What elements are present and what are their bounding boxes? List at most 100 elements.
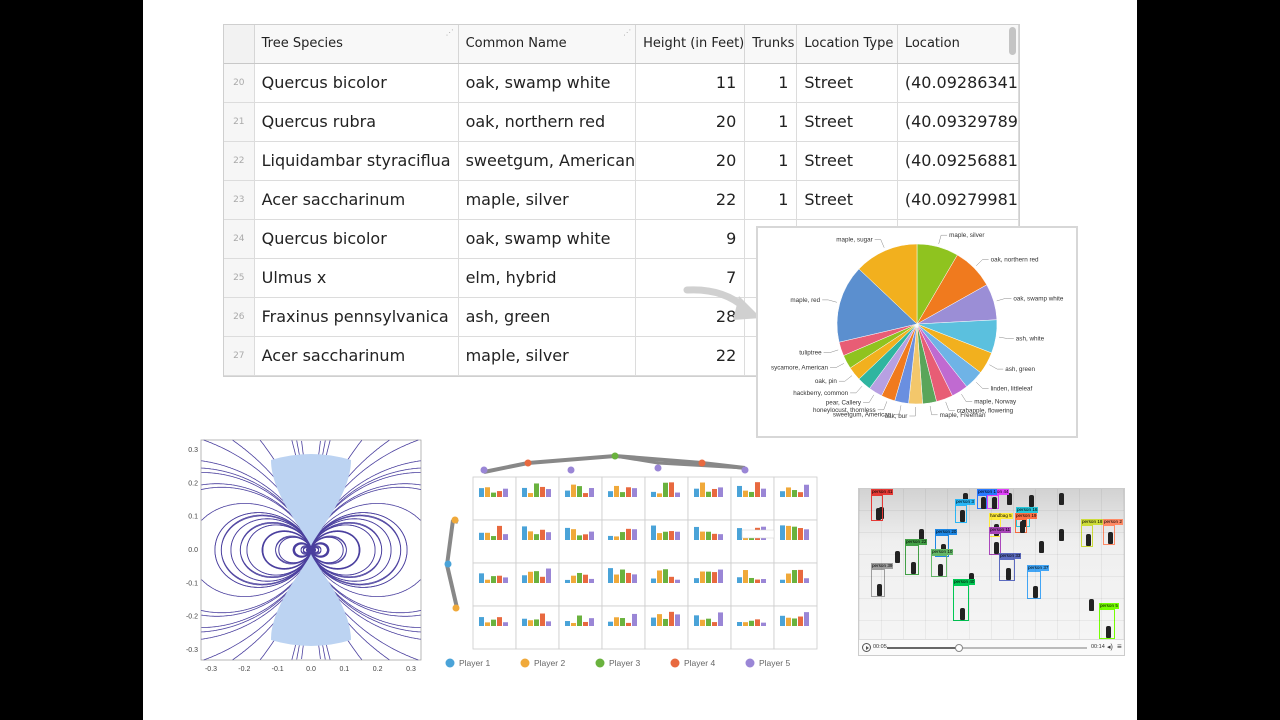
detection-box[interactable]: person 10 — [931, 549, 954, 577]
bar — [792, 526, 797, 540]
cell-common-name[interactable]: ash, green — [458, 297, 637, 337]
cell-height[interactable]: 9 — [635, 219, 746, 259]
pie-slice-label: pear, Callery — [826, 400, 862, 407]
cell-tree-species[interactable]: Fraxinus pennsylvanica — [254, 297, 459, 337]
column-header-height[interactable]: Height (in Feet) — [635, 25, 746, 64]
detection-box[interactable]: person 5 — [1099, 603, 1119, 639]
detection-box[interactable]: person 37 — [1027, 565, 1050, 599]
column-header-location-type[interactable]: Location Type — [796, 25, 898, 64]
bar — [528, 620, 533, 626]
cell-tree-species[interactable]: Acer saccharinum — [254, 180, 459, 220]
cell-tree-species[interactable]: Quercus bicolor — [254, 219, 459, 259]
play-pause-icon[interactable] — [862, 643, 871, 652]
bar — [528, 493, 533, 497]
column-header-trunks[interactable]: Trunks — [744, 25, 798, 64]
cell-location-type[interactable]: Street — [796, 180, 898, 220]
detection-box[interactable]: person 1 — [977, 489, 997, 509]
detection-box[interactable]: person 3 — [955, 499, 975, 523]
cell-trunks[interactable]: 1 — [744, 141, 798, 181]
cell-common-name[interactable]: maple, silver — [458, 180, 637, 220]
bar — [491, 576, 496, 583]
cell-tree-species[interactable]: Liquidambar styraciflua — [254, 141, 459, 181]
column-header-label: Common Name — [465, 36, 567, 52]
bar — [792, 570, 797, 583]
pedestrian — [980, 497, 986, 509]
resize-grip-icon[interactable]: ⋰ — [446, 28, 454, 37]
detection-box[interactable]: person 40 — [953, 579, 976, 621]
cell-trunks[interactable]: 1 — [744, 102, 798, 142]
pie-leader-line — [830, 363, 845, 368]
cell-common-name[interactable]: maple, silver — [458, 336, 637, 376]
seek-bar[interactable] — [887, 644, 1087, 652]
bar — [718, 569, 723, 583]
table-header-row: Tree Species ⋰ Common Name ⋰ Height (in Fe… — [224, 25, 1019, 64]
cell-location-type[interactable]: Street — [796, 63, 898, 103]
cell-height[interactable]: 22 — [635, 336, 746, 376]
detection-box[interactable]: person 16 — [1016, 507, 1039, 527]
bar — [614, 574, 619, 583]
cell-height[interactable]: 20 — [635, 141, 746, 181]
bar — [571, 529, 576, 540]
grid-cell — [601, 476, 646, 521]
table-row[interactable]: 20 Quercus bicolor oak, swamp white 11 1 Stre… — [224, 63, 1019, 103]
cell-height[interactable]: 22 — [635, 180, 746, 220]
cell-trunks[interactable]: 1 — [744, 63, 798, 103]
cell-location-type[interactable]: Street — [796, 141, 898, 181]
cell-height[interactable]: 11 — [635, 63, 746, 103]
cell-tree-species[interactable]: Quercus bicolor — [254, 63, 459, 103]
bar — [651, 525, 656, 540]
cell-common-name[interactable]: elm, hybrid — [458, 258, 637, 298]
table-row[interactable]: 21 Quercus rubra oak, northern red 20 1 Stree… — [224, 102, 1019, 142]
detection-box[interactable]: person 22 — [905, 539, 928, 575]
detection-box[interactable]: handbag 5 — [989, 513, 1013, 537]
bar — [571, 575, 576, 583]
cell-location[interactable]: (40.09256881 — [897, 141, 1019, 181]
detection-box[interactable]: person 44 — [987, 489, 1010, 509]
cell-location[interactable]: (40.09286341 — [897, 63, 1019, 103]
cell-tree-species[interactable]: Ulmus x — [254, 258, 459, 298]
x-tick-label: 0.1 — [339, 666, 349, 673]
seek-knob[interactable] — [955, 644, 963, 652]
menu-icon[interactable]: ≡ — [1117, 642, 1122, 651]
table-row[interactable]: 22 Liquidambar styraciflua sweetgum, Ameri… — [224, 141, 1019, 181]
volume-icon[interactable]: ◂) — [1107, 643, 1113, 651]
cell-tree-species[interactable]: Acer saccharinum — [254, 336, 459, 376]
cell-common-name[interactable]: oak, swamp white — [458, 219, 637, 259]
column-header-tree-species[interactable]: Tree Species ⋰ — [254, 25, 459, 64]
bar — [522, 526, 527, 540]
detection-box[interactable]: person 20 — [935, 529, 958, 557]
tree-node — [567, 466, 575, 474]
cell-tree-species[interactable]: Quercus rubra — [254, 102, 459, 142]
tree-node — [480, 466, 488, 474]
cell-trunks[interactable]: 1 — [744, 180, 798, 220]
detection-box[interactable]: person 11 — [989, 527, 1012, 555]
cell-location-type[interactable]: Street — [796, 102, 898, 142]
cell-common-name[interactable]: sweetgum, American — [458, 141, 637, 181]
bar — [737, 577, 742, 583]
detection-box[interactable]: person 39 — [871, 563, 894, 597]
detection-box[interactable]: person 19 — [1015, 513, 1038, 533]
column-header-common-name[interactable]: Common Name ⋰ — [458, 25, 637, 64]
cell-location[interactable]: (40.09329789 — [897, 102, 1019, 142]
bar — [786, 487, 791, 497]
video-player[interactable]: person 41 person 44 person 3 person 16 handb… — [858, 488, 1125, 656]
detection-box[interactable]: person 18 — [1081, 519, 1104, 547]
detection-box[interactable]: person 41 — [871, 489, 894, 521]
resize-grip-icon[interactable]: ⋰ — [623, 28, 631, 37]
grid-cell — [601, 605, 646, 650]
cell-location[interactable]: (40.09279981 — [897, 180, 1019, 220]
video-frame: person 41 person 44 person 3 person 16 handb… — [859, 489, 1124, 639]
table-row[interactable]: 23 Acer saccharinum maple, silver 22 1 Street… — [224, 180, 1019, 220]
cell-common-name[interactable]: oak, swamp white — [458, 63, 637, 103]
column-header-label: Location — [904, 36, 960, 52]
bar — [522, 487, 527, 497]
table-scrollbar[interactable] — [1009, 27, 1016, 55]
column-header-label: Trunks — [752, 36, 795, 52]
cell-height[interactable]: 20 — [635, 102, 746, 142]
column-header-location[interactable]: Location — [897, 25, 1019, 64]
pie-leader-line — [929, 405, 938, 416]
detection-box[interactable]: person 33 — [999, 553, 1022, 581]
bar — [737, 622, 742, 626]
detection-box[interactable]: person 2 — [1103, 519, 1123, 545]
cell-common-name[interactable]: oak, northern red — [458, 102, 637, 142]
